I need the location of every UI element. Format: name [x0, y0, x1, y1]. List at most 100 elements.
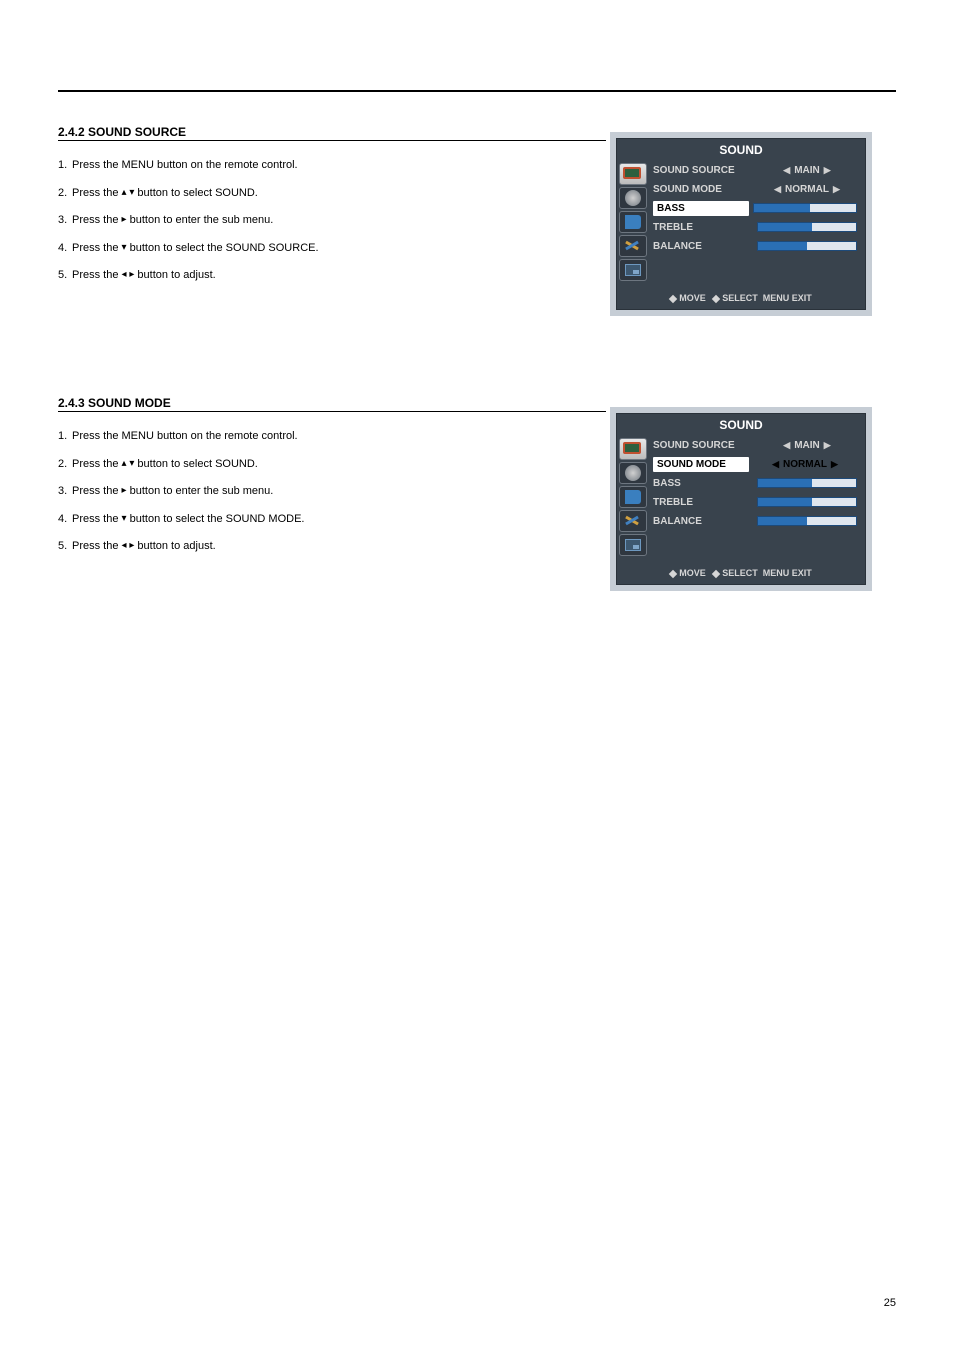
step-text: Press the	[72, 458, 122, 470]
step-text: button to enter the sub menu.	[127, 214, 274, 226]
section-title: 2.4.3 SOUND MODE	[58, 396, 304, 410]
bass-slider[interactable]	[757, 478, 857, 488]
osd-row-balance[interactable]: BALANCE	[649, 237, 861, 255]
step-text: Press the	[72, 485, 122, 497]
osd-row-value: ◀NORMAL▶	[749, 459, 861, 470]
step: 1. Press the MENU button on the remote c…	[58, 157, 319, 175]
setup-icon[interactable]	[619, 235, 647, 257]
step-text: Press the MENU button on the remote cont…	[72, 159, 298, 171]
osd-title: SOUND	[617, 139, 865, 161]
balance-slider[interactable]	[757, 241, 857, 251]
right-tri-icon: ▶	[833, 184, 840, 195]
osd-row-bass[interactable]: BASS	[649, 474, 861, 492]
up-down-arrows-icon: ▴ ▾	[122, 459, 135, 469]
section-sound-source: 2.4.2 SOUND SOURCE 1. Press the MENU but…	[58, 125, 319, 285]
left-right-arrows-icon: ◂ ▸	[122, 541, 135, 551]
step: 3. Press the ▸ button to enter the sub m…	[58, 212, 319, 230]
section-title: 2.4.2 SOUND SOURCE	[58, 125, 319, 139]
osd-panel: SOUND SOUND SOURCE ◀MAIN▶ SOUND MODE	[616, 413, 866, 585]
step-text: button to adjust.	[134, 540, 215, 552]
osd-value-text: MAIN	[794, 165, 820, 176]
osd-row-label: BALANCE	[653, 516, 753, 527]
sound-icon[interactable]	[619, 486, 647, 508]
osd-row-sound-mode[interactable]: SOUND MODE ◀NORMAL▶	[649, 180, 861, 198]
osd-rows: SOUND SOURCE ◀MAIN▶ SOUND MODE ◀NORMAL▶ …	[649, 161, 865, 283]
footer-menu: MENU	[763, 293, 790, 303]
step-text: Press the	[72, 214, 122, 226]
step-number: 1.	[58, 428, 67, 446]
osd-row-sound-mode[interactable]: SOUND MODE ◀NORMAL▶	[649, 455, 861, 473]
section-sound-mode: 2.4.3 SOUND MODE 1. Press the MENU butto…	[58, 396, 304, 566]
left-right-arrows-icon: ◂ ▸	[122, 270, 135, 280]
osd-category-icons	[617, 436, 649, 558]
step-number: 3.	[58, 483, 67, 501]
step-number: 2.	[58, 185, 67, 203]
step-number: 5.	[58, 538, 67, 556]
signal-icon[interactable]	[619, 462, 647, 484]
step: 5. Press the ◂ ▸ button to adjust.	[58, 267, 319, 285]
footer-exit: EXIT	[792, 568, 812, 578]
bass-slider[interactable]	[753, 203, 857, 213]
picture-icon[interactable]	[619, 438, 647, 460]
step: 4. Press the ▾ button to select the SOUN…	[58, 240, 319, 258]
step-number: 4.	[58, 240, 67, 258]
step-text: Press the	[72, 269, 122, 281]
footer-exit: EXIT	[792, 293, 812, 303]
picture-icon[interactable]	[619, 163, 647, 185]
diamond-icon	[712, 569, 720, 577]
treble-slider[interactable]	[757, 497, 857, 507]
osd-row-balance[interactable]: BALANCE	[649, 512, 861, 530]
osd-value-text: NORMAL	[783, 459, 827, 470]
step-number: 4.	[58, 511, 67, 529]
osd-row-sound-source[interactable]: SOUND SOURCE ◀MAIN▶	[649, 436, 861, 454]
main-content: 2.4.2 SOUND SOURCE 1. Press the MENU but…	[58, 125, 319, 315]
up-down-arrows-icon: ▴ ▾	[122, 188, 135, 198]
osd-row-bass[interactable]: BASS	[649, 199, 861, 217]
signal-icon[interactable]	[619, 187, 647, 209]
osd-row-value: ◀ MAIN ▶	[753, 440, 861, 451]
osd-title: SOUND	[617, 414, 865, 436]
left-tri-icon: ◀	[783, 165, 790, 176]
osd-body: SOUND SOURCE ◀MAIN▶ SOUND MODE ◀NORMAL▶ …	[617, 436, 865, 558]
step-text: Press the	[72, 540, 122, 552]
balance-slider[interactable]	[757, 516, 857, 526]
osd-frame: SOUND SOUND SOURCE ◀MAIN▶ SOUND MODE	[610, 407, 872, 591]
osd-footer: MOVE SELECT MENU EXIT	[617, 283, 865, 309]
diamond-icon	[669, 294, 677, 302]
step-number: 1.	[58, 157, 67, 175]
step-text: Press the	[72, 513, 122, 525]
step: 1. Press the MENU button on the remote c…	[58, 428, 304, 446]
left-tri-icon: ◀	[783, 440, 790, 451]
step: 3. Press the ▸ button to enter the sub m…	[58, 483, 304, 501]
step-number: 5.	[58, 267, 67, 285]
osd-value-text: MAIN	[794, 440, 820, 451]
osd-menu-sound-source: SOUND SOUND SOURCE ◀MAIN▶ SOUND MODE	[610, 132, 872, 316]
sound-icon[interactable]	[619, 211, 647, 233]
setup-icon[interactable]	[619, 510, 647, 532]
step: 4. Press the ▾ button to select the SOUN…	[58, 511, 304, 529]
step-text: button to select SOUND.	[134, 187, 258, 199]
osd-frame: SOUND SOUND SOURCE ◀MAIN▶ SOUND MODE	[610, 132, 872, 316]
osd-rows: SOUND SOURCE ◀MAIN▶ SOUND MODE ◀NORMAL▶ …	[649, 436, 865, 558]
osd-category-icons	[617, 161, 649, 283]
osd-row-treble[interactable]: TREBLE	[649, 493, 861, 511]
left-tri-icon: ◀	[772, 459, 779, 470]
osd-row-sound-source[interactable]: SOUND SOURCE ◀MAIN▶	[649, 161, 861, 179]
osd-row-value: ◀NORMAL▶	[753, 184, 861, 195]
pip-icon[interactable]	[619, 259, 647, 281]
steps-list: 1. Press the MENU button on the remote c…	[58, 428, 304, 556]
steps-list: 1. Press the MENU button on the remote c…	[58, 157, 319, 285]
osd-row-label: SOUND SOURCE	[653, 165, 753, 176]
osd-row-label: TREBLE	[653, 497, 753, 508]
left-tri-icon: ◀	[774, 184, 781, 195]
step: 2. Press the ▴ ▾ button to select SOUND.	[58, 185, 319, 203]
pip-icon[interactable]	[619, 534, 647, 556]
osd-row-treble[interactable]: TREBLE	[649, 218, 861, 236]
footer-menu: MENU	[763, 568, 790, 578]
osd-menu-sound-mode: SOUND SOUND SOURCE ◀MAIN▶ SOUND MODE	[610, 407, 872, 591]
right-tri-icon: ▶	[824, 440, 831, 451]
step: 5. Press the ◂ ▸ button to adjust.	[58, 538, 304, 556]
treble-slider[interactable]	[757, 222, 857, 232]
osd-row-label: BALANCE	[653, 241, 753, 252]
step-text: button to adjust.	[134, 269, 215, 281]
